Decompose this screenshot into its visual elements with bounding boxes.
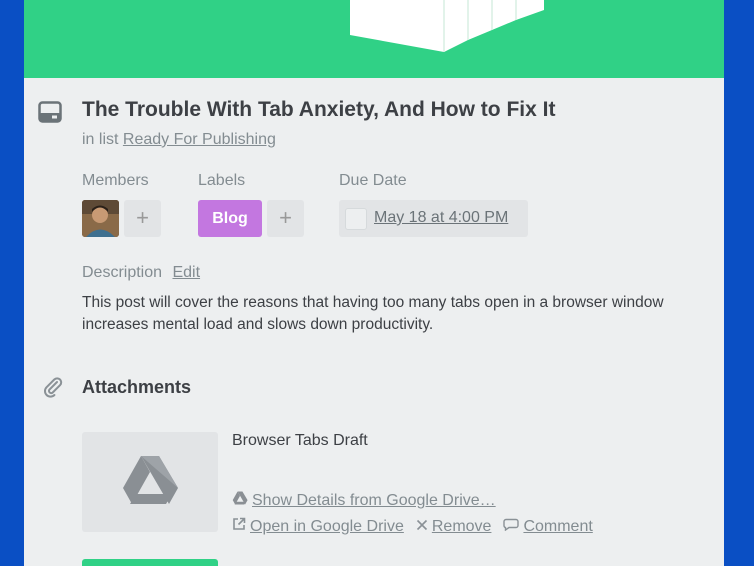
list-info: in list Ready For Publishing <box>82 131 276 149</box>
attachment-name[interactable]: Browser Tabs Draft <box>232 432 368 450</box>
card-icon <box>38 101 62 128</box>
comment-attachment-link[interactable]: Comment <box>523 518 592 535</box>
external-link-icon <box>232 517 246 536</box>
labels-label: Labels <box>198 172 246 189</box>
comment-icon <box>503 518 520 536</box>
attachment-details-row: Show Details from Google Drive… <box>232 491 496 510</box>
member-avatar[interactable] <box>82 200 119 237</box>
due-complete-checkbox[interactable] <box>345 208 367 230</box>
card-cover <box>24 0 724 78</box>
add-attachment-button[interactable] <box>82 559 218 566</box>
add-label-button[interactable]: + <box>267 200 304 237</box>
attachments-title: Attachments <box>82 377 192 397</box>
description-label: Description <box>82 264 163 281</box>
attachment-thumbnail[interactable] <box>82 432 218 532</box>
attachment-actions-row: Open in Google Drive Remove Comment <box>232 517 593 536</box>
description-edit-link[interactable]: Edit <box>172 264 200 281</box>
label-blog[interactable]: Blog <box>198 200 262 237</box>
list-prefix: in list <box>82 131 119 148</box>
card-title[interactable]: The Trouble With Tab Anxiety, And How to… <box>82 98 555 122</box>
due-date-value: May 18 at 4:00 PM <box>374 209 509 226</box>
list-name-link[interactable]: Ready For Publishing <box>123 131 276 148</box>
google-drive-icon <box>123 456 178 504</box>
remove-attachment-link[interactable]: Remove <box>432 518 492 535</box>
open-in-drive-link[interactable]: Open in Google Drive <box>250 518 404 535</box>
google-drive-icon <box>232 491 248 510</box>
due-date-button[interactable]: May 18 at 4:00 PM <box>339 200 528 237</box>
card-detail-window: The Trouble With Tab Anxiety, And How to… <box>24 0 724 566</box>
show-details-link[interactable]: Show Details from Google Drive… <box>252 492 496 509</box>
cover-illustration <box>350 0 544 52</box>
description-text: This post will cover the reasons that ha… <box>82 294 664 333</box>
description-header: Description Edit <box>82 264 200 282</box>
members-label: Members <box>82 172 149 189</box>
paperclip-icon <box>41 375 65 404</box>
due-date-label: Due Date <box>339 172 407 189</box>
close-icon <box>416 518 428 536</box>
add-member-button[interactable]: + <box>124 200 161 237</box>
